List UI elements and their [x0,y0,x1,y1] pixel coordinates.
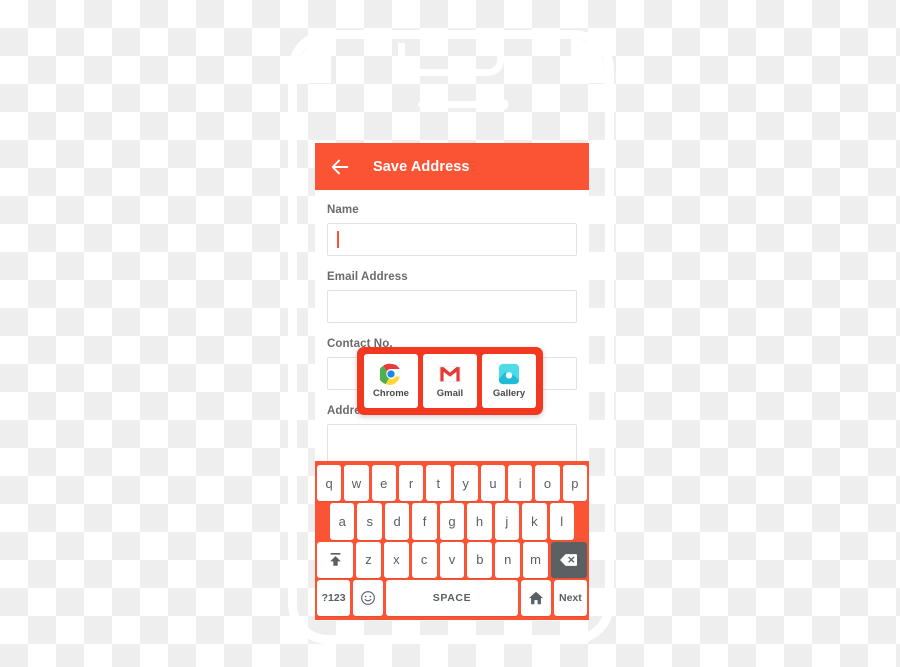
key-b[interactable]: b [467,541,493,578]
back-arrow-icon[interactable] [329,156,351,178]
emoji-key[interactable] [353,579,383,616]
app-label-chrome: Chrome [373,388,409,399]
key-y[interactable]: y [453,465,478,502]
keyboard-row-3: z x c v b n m [317,541,587,579]
key-g[interactable]: g [439,503,465,540]
earpiece-speaker [418,101,484,108]
field-label-email: Email Address [327,271,408,283]
key-h[interactable]: h [467,503,492,540]
backspace-icon [560,553,578,566]
frame-fill-left [297,39,331,83]
field-label-name: Name [327,204,359,216]
chrome-icon [380,363,402,385]
keyboard-row-1: q w e r t y u i o p [317,464,587,502]
frame-fill-right [571,39,605,83]
key-p[interactable]: p [562,465,587,502]
app-tile-gmail[interactable]: Gmail [423,354,477,408]
key-j[interactable]: j [494,503,520,540]
home-key[interactable] [521,579,551,616]
address-form: Name Email Address Contact No. Address [315,190,589,466]
page-title: Save Address [373,158,470,175]
key-w[interactable]: w [344,465,369,502]
app-chooser-popup: Chrome Gmail Gallery [357,347,543,415]
key-s[interactable]: s [357,503,382,540]
app-tile-gallery[interactable]: Gallery [482,354,536,408]
key-r[interactable]: r [398,465,424,502]
key-t[interactable]: t [426,465,451,502]
on-screen-keyboard: q w e r t y u i o p a s d f g h j k l z … [315,461,589,620]
app-bar: Save Address [315,143,589,190]
screenshot-canvas: Save Address Name Email Address Contact … [0,0,900,667]
key-q[interactable]: q [317,465,342,502]
key-x[interactable]: x [383,541,409,578]
app-label-gmail: Gmail [436,388,464,399]
next-key[interactable]: Next [553,579,587,616]
email-input[interactable] [327,290,577,323]
key-a[interactable]: a [330,503,355,540]
key-v[interactable]: v [439,541,465,578]
backspace-key[interactable] [550,541,587,578]
form-field-name: Name [327,204,577,256]
key-d[interactable]: d [384,503,410,540]
key-l[interactable]: l [549,503,574,540]
key-k[interactable]: k [522,503,547,540]
shift-icon [329,553,341,566]
space-key[interactable]: SPACE [385,579,519,616]
home-icon [529,591,544,605]
front-camera-icon [497,99,509,110]
gmail-icon [439,365,461,383]
keyboard-row-2: a s d f g h j k l [317,502,587,540]
numbers-key[interactable]: ?123 [317,579,351,616]
name-input[interactable] [327,223,577,256]
key-i[interactable]: i [508,465,533,502]
keyboard-row-4: ?123 SPACE Next [317,579,587,617]
app-label-gallery: Gallery [492,388,526,399]
key-c[interactable]: c [411,541,437,578]
shift-key[interactable] [317,541,354,578]
key-f[interactable]: f [412,503,437,540]
address-input[interactable] [327,424,577,466]
emoji-icon [360,590,375,605]
app-tile-chrome[interactable]: Chrome [364,354,418,408]
gallery-icon [498,363,520,385]
key-z[interactable]: z [356,541,381,578]
key-e[interactable]: e [371,465,396,502]
form-field-email: Email Address [327,271,577,323]
key-o[interactable]: o [535,465,560,502]
key-m[interactable]: m [523,541,548,578]
key-n[interactable]: n [495,541,521,578]
text-cursor [337,231,339,248]
key-u[interactable]: u [480,465,506,502]
